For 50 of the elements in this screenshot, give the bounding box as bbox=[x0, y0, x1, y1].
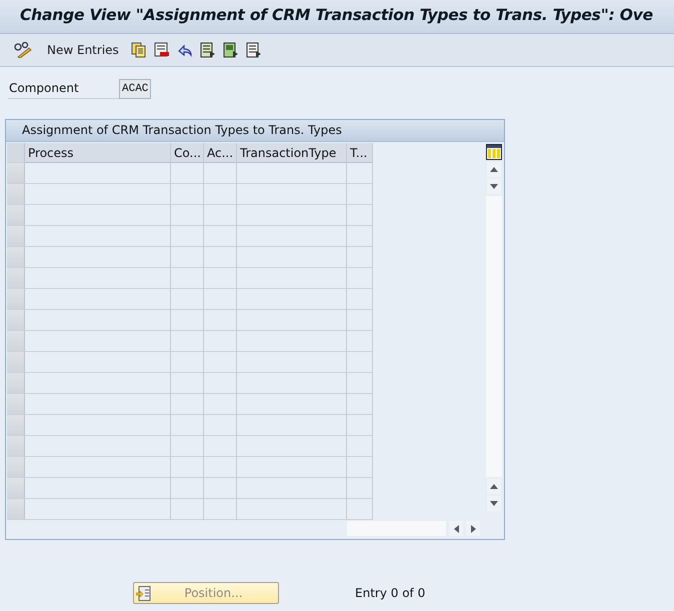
row-selector[interactable] bbox=[7, 163, 25, 184]
row-selector[interactable] bbox=[7, 331, 25, 352]
row-selector[interactable] bbox=[7, 415, 25, 436]
scroll-left-button[interactable] bbox=[449, 521, 463, 536]
row-selector[interactable] bbox=[7, 247, 25, 268]
column-header[interactable]: Ac... bbox=[204, 143, 236, 163]
down-triangle-icon bbox=[490, 184, 498, 189]
scroll-up-button[interactable] bbox=[486, 162, 500, 177]
right-triangle-icon bbox=[470, 524, 476, 532]
row-selector[interactable] bbox=[7, 268, 25, 289]
scroll-down-button[interactable] bbox=[486, 496, 500, 511]
column-header[interactable]: TransactionType bbox=[237, 143, 346, 163]
row-selector[interactable] bbox=[7, 310, 25, 331]
column-header[interactable]: Process bbox=[25, 143, 170, 163]
entry-count: Entry 0 of 0 bbox=[355, 586, 426, 600]
scroll-right-button[interactable] bbox=[466, 521, 480, 536]
row-selector[interactable] bbox=[7, 478, 25, 499]
glasses-pencil-icon[interactable] bbox=[14, 42, 32, 58]
row-selector[interactable] bbox=[7, 373, 25, 394]
delete-row-icon[interactable] bbox=[154, 42, 170, 58]
up-triangle-icon bbox=[490, 484, 498, 489]
row-selector[interactable] bbox=[7, 457, 25, 478]
window-title: Change View "Assignment of CRM Transaction Types to Trans. Types": Ove bbox=[20, 6, 654, 24]
row-selector[interactable] bbox=[7, 436, 25, 457]
up-triangle-icon bbox=[490, 167, 498, 172]
scroll-up-button[interactable] bbox=[486, 479, 500, 494]
column-header[interactable]: T... bbox=[347, 143, 372, 163]
table-title: Assignment of CRM Transaction Types to Trans. Types bbox=[6, 120, 504, 142]
column-header[interactable]: Co... bbox=[171, 143, 203, 163]
undo-arrow-icon[interactable] bbox=[176, 42, 193, 58]
down-triangle-icon bbox=[490, 501, 498, 506]
component-field: ACAC bbox=[119, 79, 152, 99]
deselect-all-icon[interactable] bbox=[246, 42, 262, 58]
select-block-icon[interactable] bbox=[222, 42, 239, 58]
select-all-button[interactable] bbox=[7, 143, 25, 163]
row-selector[interactable] bbox=[7, 184, 25, 205]
position-icon bbox=[136, 586, 151, 600]
new-entries-button[interactable]: New Entries bbox=[45, 39, 121, 61]
column-settings-icon[interactable] bbox=[486, 144, 502, 160]
scroll-down-button[interactable] bbox=[486, 179, 500, 194]
copy-icon[interactable] bbox=[130, 42, 147, 58]
row-selector[interactable] bbox=[7, 394, 25, 415]
row-selector[interactable] bbox=[7, 289, 25, 310]
row-selector[interactable] bbox=[7, 499, 25, 520]
row-selector[interactable] bbox=[7, 226, 25, 247]
select-all-icon[interactable] bbox=[200, 42, 216, 58]
row-selector[interactable] bbox=[7, 205, 25, 226]
scrollbar-track[interactable] bbox=[347, 521, 446, 536]
row-selector[interactable] bbox=[7, 352, 25, 373]
left-triangle-icon bbox=[454, 524, 458, 532]
